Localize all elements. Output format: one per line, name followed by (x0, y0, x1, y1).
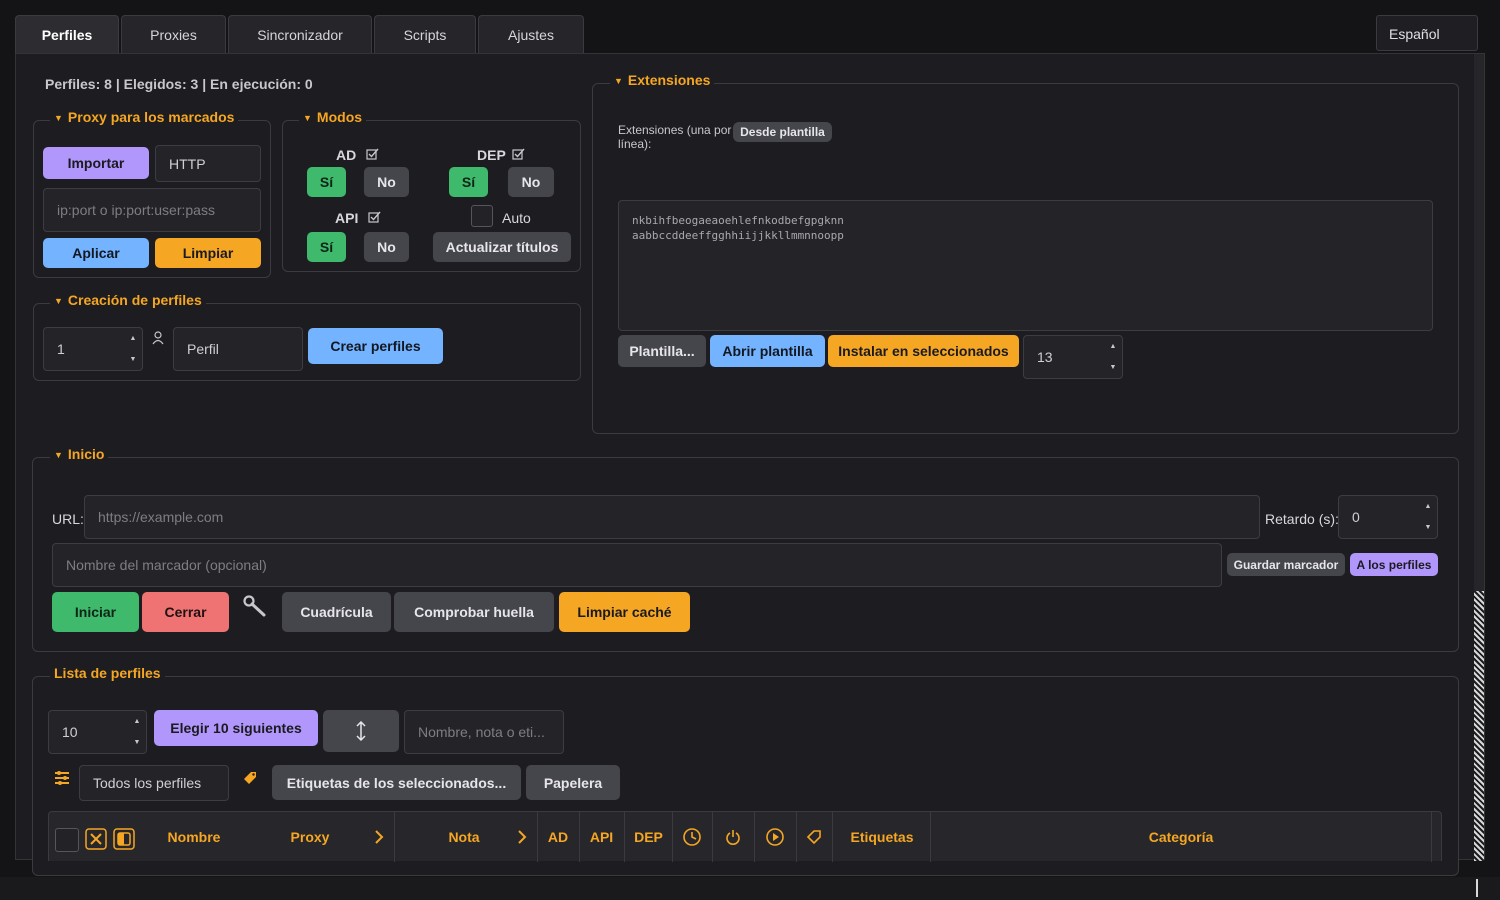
play-icon[interactable] (755, 812, 795, 862)
update-titles-button[interactable]: Actualizar títulos (433, 232, 571, 262)
tab-ajustes[interactable]: Ajustes (478, 15, 584, 53)
clock-icon[interactable] (673, 812, 711, 862)
proxy-input[interactable]: ip:port o ip:port:user:pass (43, 188, 261, 232)
column-note[interactable]: Nota (434, 812, 494, 862)
auto-checkbox[interactable] (471, 205, 493, 227)
choose-next-button[interactable]: Elegir 10 siguientes (154, 710, 318, 746)
status-bar (0, 877, 1500, 900)
column-name[interactable]: Nombre (154, 812, 234, 862)
check-fingerprint-button[interactable]: Comprobar huella (394, 592, 554, 632)
clear-proxy-button[interactable]: Limpiar (155, 238, 261, 268)
profile-name-input[interactable]: Perfil (173, 327, 303, 371)
proxy-group-title[interactable]: ▼ Proxy para los marcados (50, 109, 239, 125)
choose-count-spinbox[interactable]: 10 ▲ ▼ (48, 710, 147, 754)
create-profiles-button[interactable]: Crear perfiles (308, 328, 443, 364)
dep-yes-button[interactable]: Sí (449, 167, 488, 197)
invert-selection-icon[interactable] (113, 828, 135, 850)
tab-sincronizador[interactable]: Sincronizador (228, 15, 372, 53)
dep-no-button[interactable]: No (508, 167, 554, 197)
create-profiles-group-title[interactable]: ▼ Creación de perfiles (50, 292, 206, 308)
main-panel: Perfiles: 8 | Elegidos: 3 | En ejecución… (15, 53, 1485, 876)
tag-icon[interactable] (242, 770, 258, 786)
sort-vertical-icon (356, 721, 366, 741)
column-proxy[interactable]: Proxy (279, 812, 341, 862)
delay-value: 0 (1352, 509, 1360, 525)
extensions-textarea[interactable]: nkbihfbeogaeaoehlefnkodbefgpgknn aabbccdd… (618, 200, 1433, 331)
select-all-checkbox[interactable] (55, 828, 79, 852)
tab-scripts[interactable]: Scripts (374, 15, 476, 53)
tab-proxies[interactable]: Proxies (121, 15, 226, 53)
dep-mode-label: DEP (477, 147, 506, 163)
profiles-list-title: Lista de perfiles (50, 665, 165, 681)
to-profiles-button[interactable]: A los perfiles (1350, 553, 1438, 576)
checkbox-icon (366, 148, 379, 160)
tag-outline-icon[interactable] (797, 812, 831, 862)
sort-button[interactable] (323, 710, 399, 752)
bookmark-name-input[interactable]: Nombre del marcador (opcional) (52, 543, 1222, 587)
from-template-button[interactable]: Desde plantilla (733, 122, 832, 142)
api-yes-button[interactable]: Sí (307, 232, 346, 262)
wrench-icon[interactable] (243, 595, 267, 617)
import-button[interactable]: Importar (43, 147, 149, 179)
column-api[interactable]: API (580, 812, 623, 862)
profile-stats: Perfiles: 8 | Elegidos: 3 | En ejecución… (45, 76, 313, 92)
choose-count-value: 10 (62, 724, 78, 740)
profiles-table-header: Nombre Proxy Nota AD API DEP Etiquetas C… (48, 811, 1442, 862)
profile-count-spinbox[interactable]: 1 ▲ ▼ (43, 327, 143, 371)
apply-proxy-button[interactable]: Aplicar (43, 238, 149, 268)
install-selected-button[interactable]: Instalar en seleccionados (828, 335, 1019, 367)
ad-mode-label: AD (336, 147, 357, 163)
power-icon[interactable] (713, 812, 753, 862)
clear-cache-button[interactable]: Limpiar caché (559, 592, 690, 632)
profile-count-value: 1 (57, 341, 65, 357)
language-select[interactable]: Español (1376, 15, 1478, 51)
spin-arrows[interactable]: ▲ ▼ (1104, 336, 1122, 378)
ad-yes-button[interactable]: Sí (307, 167, 346, 197)
profile-filter-select[interactable]: Todos los perfiles (79, 765, 229, 801)
start-group-title[interactable]: ▼ Inicio (50, 446, 109, 462)
spin-arrows[interactable]: ▲ ▼ (1419, 496, 1437, 538)
url-label: URL: (52, 511, 84, 527)
selected-tags-button[interactable]: Etiquetas de los seleccionados... (272, 765, 521, 800)
column-dep[interactable]: DEP (625, 812, 672, 862)
api-no-button[interactable]: No (364, 232, 409, 262)
ad-no-button[interactable]: No (364, 167, 409, 197)
column-category[interactable]: Categoría (931, 812, 1431, 862)
user-icon (152, 331, 164, 345)
scrollbar-thumb[interactable] (1474, 591, 1484, 861)
grid-button[interactable]: Cuadrícula (282, 592, 391, 632)
modes-group-title[interactable]: ▼ Modos (299, 109, 367, 125)
close-button[interactable]: Cerrar (142, 592, 229, 632)
checkbox-icon (512, 148, 525, 160)
url-input[interactable]: https://example.com (84, 495, 1260, 539)
extensions-group-title[interactable]: ▼ Extensiones (610, 72, 715, 88)
chevron-right-icon[interactable] (510, 812, 534, 862)
proxy-type-select[interactable]: HTTP (155, 145, 261, 182)
spin-arrows[interactable]: ▲ ▼ (128, 711, 146, 753)
api-mode-label: API (335, 210, 359, 226)
column-ad[interactable]: AD (538, 812, 578, 862)
extensions-description: Extensiones (una por línea): (618, 123, 732, 151)
size-grip[interactable] (1476, 879, 1478, 897)
trash-button[interactable]: Papelera (526, 765, 620, 800)
extensions-count-spinbox[interactable]: 13 ▲ ▼ (1023, 335, 1123, 379)
column-tags[interactable]: Etiquetas (833, 812, 931, 862)
tab-perfiles[interactable]: Perfiles (15, 15, 119, 53)
start-button[interactable]: Iniciar (52, 592, 139, 632)
delay-spinbox[interactable]: 0 ▲ ▼ (1338, 495, 1438, 539)
template-button[interactable]: Plantilla... (618, 335, 706, 367)
delay-label: Retardo (s): (1265, 511, 1339, 527)
profile-search-input[interactable]: Nombre, nota o eti... (404, 710, 564, 754)
filter-icon[interactable] (54, 770, 70, 786)
deselect-icon[interactable] (85, 828, 107, 850)
open-template-button[interactable]: Abrir plantilla (710, 335, 825, 367)
checkbox-icon (368, 211, 381, 223)
extensions-count-value: 13 (1037, 349, 1053, 365)
auto-label: Auto (502, 210, 531, 226)
spin-arrows[interactable]: ▲ ▼ (124, 328, 142, 370)
save-bookmark-button[interactable]: Guardar marcador (1227, 553, 1345, 576)
chevron-right-icon[interactable] (367, 812, 391, 862)
